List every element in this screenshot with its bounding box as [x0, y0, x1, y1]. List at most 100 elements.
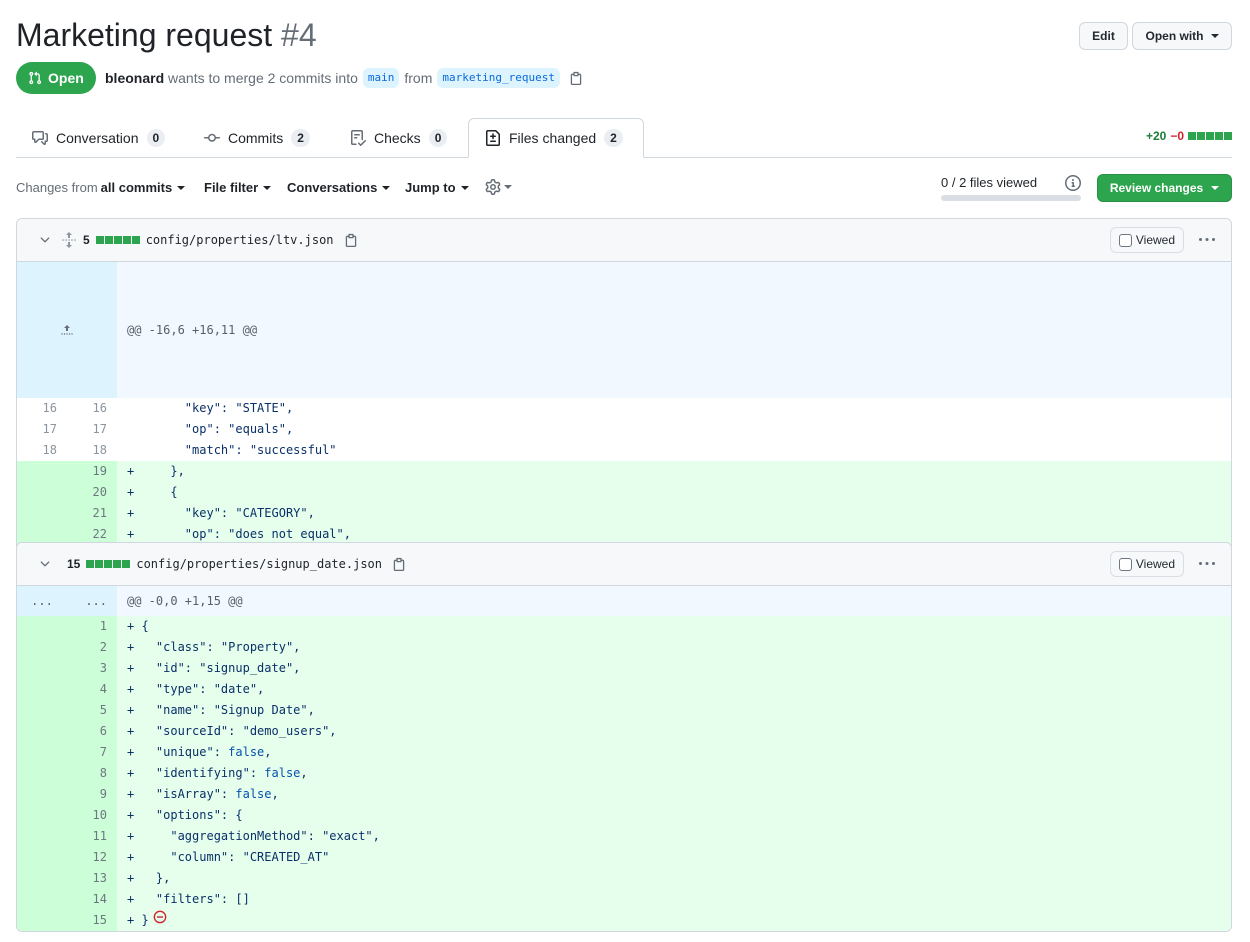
code-text: , — [271, 787, 279, 801]
code-text: + { — [127, 619, 149, 633]
old-line-number[interactable] — [17, 742, 67, 763]
old-line-number[interactable] — [17, 658, 67, 679]
head-branch[interactable]: marketing_request — [437, 68, 560, 88]
old-line-number[interactable] — [17, 826, 67, 847]
old-line-number[interactable] — [17, 763, 67, 784]
author-link[interactable]: bleonard — [105, 68, 164, 88]
open-with-button[interactable]: Open with — [1132, 22, 1232, 50]
kebab-menu-icon[interactable] — [1199, 556, 1215, 575]
review-changes-button[interactable]: Review changes — [1097, 174, 1232, 202]
new-line-number[interactable]: 9 — [67, 784, 117, 805]
diff-settings-dropdown[interactable] — [485, 179, 512, 195]
code-text: + "isArray": — [127, 787, 236, 801]
tab-conversation[interactable]: Conversation 0 — [16, 118, 181, 158]
files-viewed-progress — [941, 195, 1081, 201]
old-line-number[interactable] — [17, 700, 67, 721]
diff-line-added: 4 + "type": "date", — [17, 679, 1231, 700]
code-line: + } — [117, 910, 1231, 931]
new-line-number[interactable]: 6 — [67, 721, 117, 742]
caret-down-icon — [504, 185, 512, 189]
tab-counter: 0 — [146, 129, 166, 147]
old-line-number[interactable] — [17, 637, 67, 658]
old-line-number[interactable]: 18 — [17, 440, 67, 461]
conversations-dropdown[interactable]: Conversations — [287, 180, 391, 195]
diff-line-added: 13 + }, — [17, 868, 1231, 889]
old-line-number[interactable]: 16 — [17, 398, 67, 419]
file-header: 5 config/properties/ltv.json Viewed — [17, 219, 1231, 262]
hunk-new-ellipsis[interactable]: ... — [67, 586, 117, 616]
new-line-number[interactable]: 20 — [67, 482, 117, 503]
new-line-number[interactable]: 5 — [67, 700, 117, 721]
code-text: + "aggregationMethod": "exact", — [127, 829, 380, 843]
new-line-number[interactable]: 4 — [67, 679, 117, 700]
expand-all-icon[interactable] — [61, 232, 77, 248]
new-line-number[interactable]: 14 — [67, 889, 117, 910]
code-text: + { — [127, 485, 178, 499]
viewed-checkbox[interactable]: Viewed — [1109, 551, 1184, 577]
new-line-number[interactable]: 21 — [67, 503, 117, 524]
old-line-number[interactable]: 17 — [17, 419, 67, 440]
edit-button[interactable]: Edit — [1079, 22, 1128, 50]
tab-files-changed[interactable]: Files changed 2 — [468, 118, 644, 158]
copy-icon[interactable] — [392, 556, 406, 572]
jump-to-dropdown[interactable]: Jump to — [405, 180, 469, 195]
old-line-number[interactable] — [17, 503, 67, 524]
viewed-checkbox[interactable]: Viewed — [1109, 227, 1184, 253]
new-line-number[interactable]: 12 — [67, 847, 117, 868]
hunk-old-ellipsis[interactable]: ... — [17, 586, 67, 616]
new-line-number[interactable]: 15 — [67, 910, 117, 931]
pr-title: Marketing request — [16, 17, 273, 53]
old-line-number[interactable] — [17, 482, 67, 503]
code-text: + }, — [127, 464, 185, 478]
code-line: + "type": "date", — [117, 679, 1231, 700]
old-line-number[interactable] — [17, 461, 67, 482]
file-filter-dropdown[interactable]: File filter — [204, 180, 272, 195]
files-viewed-text: 0 / 2 files viewed — [941, 175, 1038, 190]
code-text: + "sourceId": "demo_users", — [127, 724, 337, 738]
new-line-number[interactable]: 7 — [67, 742, 117, 763]
info-icon[interactable] — [1065, 175, 1081, 194]
diff-line-added: 10 + "options": { — [17, 805, 1231, 826]
old-line-number[interactable] — [17, 679, 67, 700]
old-line-number[interactable] — [17, 910, 67, 931]
old-line-number[interactable] — [17, 721, 67, 742]
checklist-icon — [351, 130, 366, 146]
new-line-number[interactable]: 13 — [67, 868, 117, 889]
old-line-number[interactable] — [17, 868, 67, 889]
new-line-number[interactable]: 17 — [67, 419, 117, 440]
copy-icon[interactable] — [569, 70, 583, 86]
new-line-number[interactable]: 18 — [67, 440, 117, 461]
old-line-number[interactable] — [17, 616, 67, 637]
new-line-number[interactable]: 10 — [67, 805, 117, 826]
code-text: + } — [127, 913, 149, 927]
new-line-number[interactable]: 2 — [67, 637, 117, 658]
chevron-down-icon[interactable] — [37, 556, 53, 572]
expand-up-button[interactable] — [17, 262, 117, 398]
state-badge: Open — [16, 62, 96, 94]
file-path[interactable]: config/properties/ltv.json — [146, 233, 334, 247]
code-line: + "isArray": false, — [117, 784, 1231, 805]
old-line-number[interactable] — [17, 805, 67, 826]
new-line-number[interactable]: 11 — [67, 826, 117, 847]
new-line-number[interactable]: 3 — [67, 658, 117, 679]
new-line-number[interactable]: 19 — [67, 461, 117, 482]
old-line-number[interactable] — [17, 889, 67, 910]
file-path[interactable]: config/properties/signup_date.json — [136, 557, 382, 571]
tab-checks[interactable]: Checks 0 — [334, 118, 463, 158]
new-line-number[interactable]: 16 — [67, 398, 117, 419]
kebab-menu-icon[interactable] — [1199, 232, 1215, 251]
code-text: + }, — [127, 871, 171, 885]
new-line-number[interactable]: 8 — [67, 763, 117, 784]
old-line-number[interactable] — [17, 847, 67, 868]
base-branch[interactable]: main — [362, 68, 400, 88]
code-text: + "filters": [] — [127, 892, 250, 906]
chevron-down-icon[interactable] — [37, 232, 53, 248]
new-line-number[interactable]: 1 — [67, 616, 117, 637]
copy-icon[interactable] — [344, 232, 358, 248]
old-line-number[interactable] — [17, 784, 67, 805]
tab-commits[interactable]: Commits 2 — [188, 118, 326, 158]
code-keyword: false — [228, 745, 265, 759]
code-line: + "class": "Property", — [117, 637, 1231, 658]
file-filter-label: File filter — [204, 180, 259, 195]
changes-from-dropdown[interactable]: Changes from all commits — [16, 180, 186, 195]
